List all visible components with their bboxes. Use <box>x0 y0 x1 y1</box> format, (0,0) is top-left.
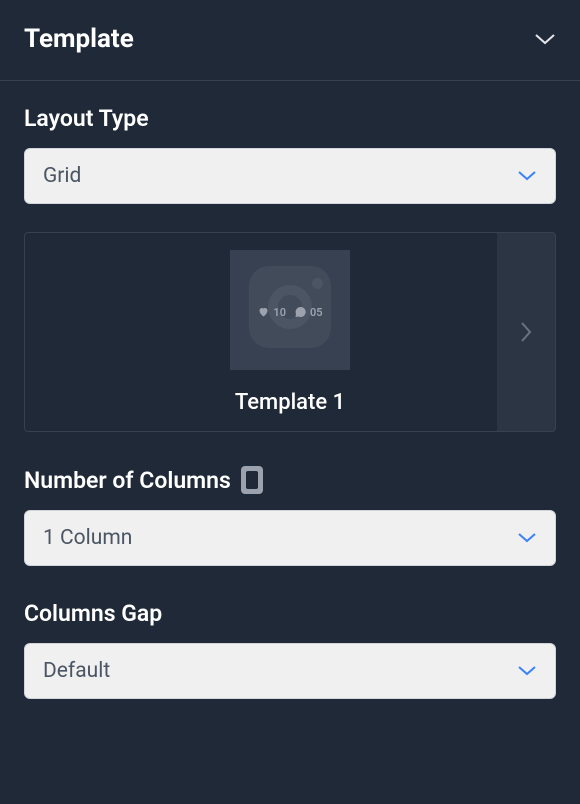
section-title: Template <box>24 24 134 54</box>
likes-count: 10 <box>273 306 286 319</box>
template-name: Template 1 <box>235 390 345 415</box>
template-thumbnail: 10 05 <box>230 250 350 370</box>
comment-icon <box>294 306 307 318</box>
columns-value: 1 Column <box>43 526 132 550</box>
template-stats: 10 05 <box>230 306 350 319</box>
camera-flash-icon <box>312 278 323 289</box>
chevron-down-icon <box>517 662 537 681</box>
template-preview-card[interactable]: 10 05 Template 1 <box>24 232 556 432</box>
gap-label: Columns Gap <box>24 600 556 627</box>
template-preview-inner: 10 05 Template 1 <box>230 250 350 415</box>
heart-icon <box>257 306 270 318</box>
layout-type-select[interactable]: Grid <box>24 148 556 204</box>
next-template-button[interactable] <box>497 233 555 431</box>
comments-count: 05 <box>310 306 323 319</box>
gap-select[interactable]: Default <box>24 643 556 699</box>
columns-label-text: Number of Columns <box>24 467 231 494</box>
columns-label: Number of Columns <box>24 466 556 494</box>
mobile-device-icon <box>241 466 263 494</box>
columns-select[interactable]: 1 Column <box>24 510 556 566</box>
chevron-down-icon <box>517 529 537 548</box>
layout-type-value: Grid <box>43 164 81 188</box>
section-header[interactable]: Template <box>0 0 580 81</box>
layout-type-label: Layout Type <box>24 105 556 132</box>
chevron-down-icon <box>534 28 556 50</box>
panel-content: Layout Type Grid 10 <box>0 81 580 723</box>
gap-value: Default <box>43 659 110 683</box>
chevron-down-icon <box>517 167 537 186</box>
